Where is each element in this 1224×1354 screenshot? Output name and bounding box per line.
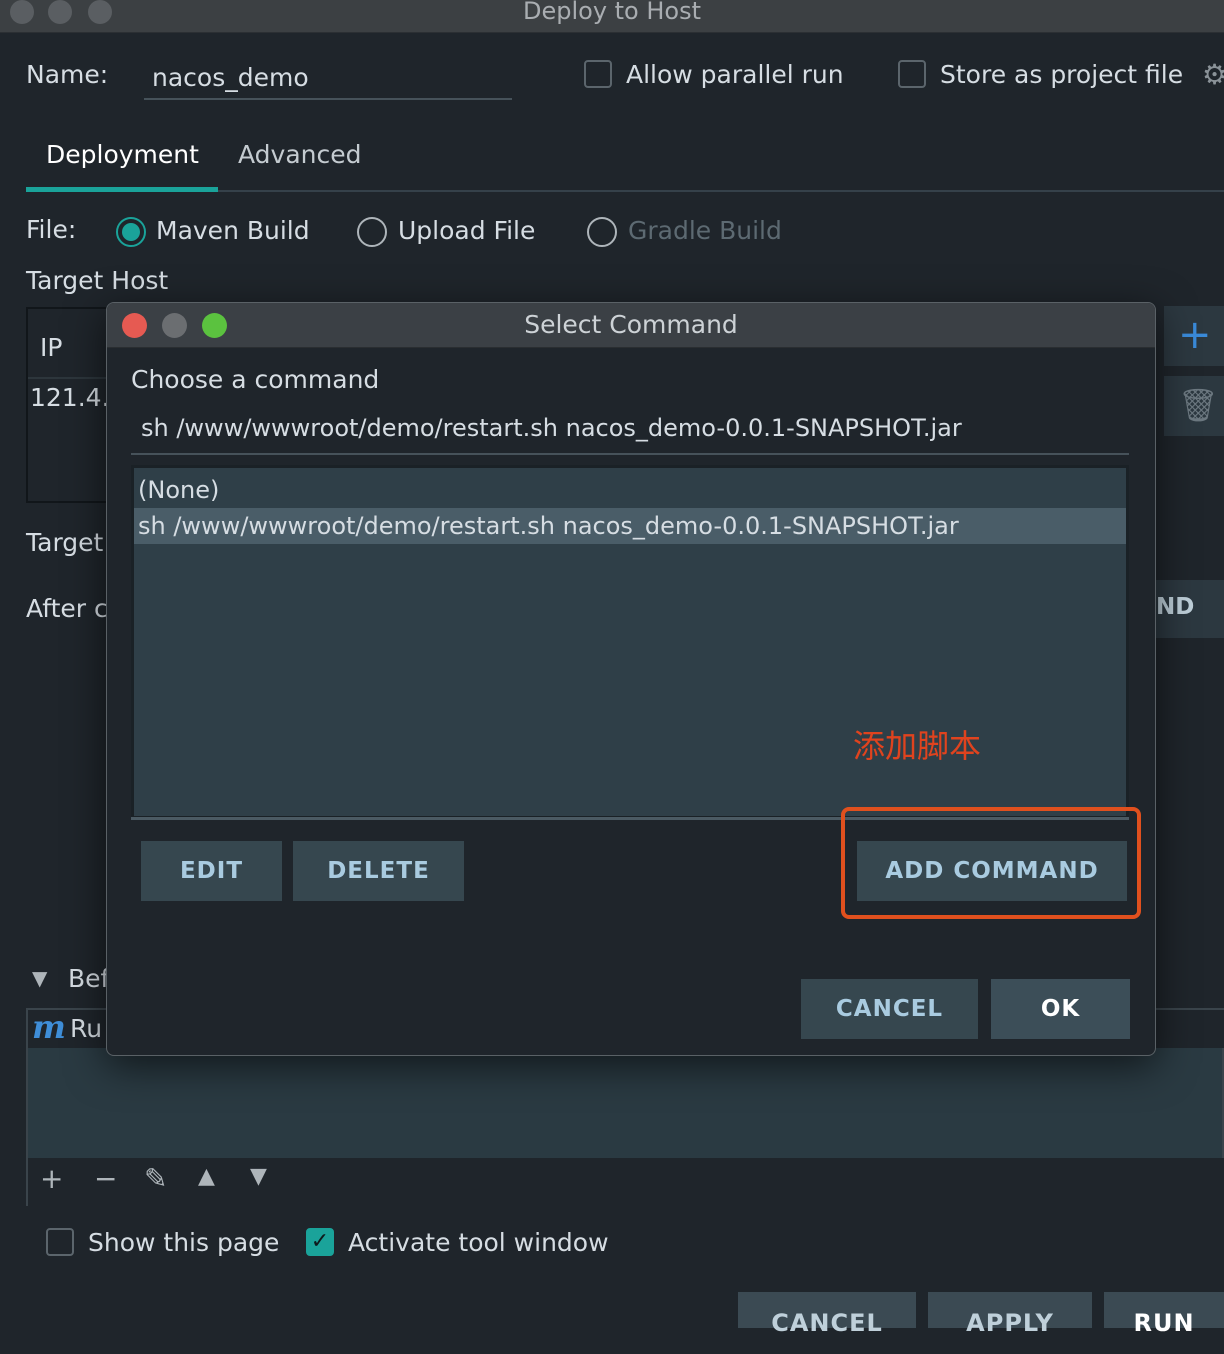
annotation-highlight-box (841, 807, 1141, 919)
annotation-text: 添加脚本 (853, 727, 982, 765)
before-launch-toolbar: + − ✎ ▲ ▼ (28, 1158, 1224, 1206)
dialog-title: Select Command (524, 310, 738, 339)
remove-icon[interactable]: − (94, 1162, 117, 1195)
dialog-ok-button[interactable]: OK (991, 979, 1130, 1039)
select-command-dialog: Select Command Choose a command (None) s… (106, 302, 1156, 1056)
ip-column-header: IP (40, 333, 63, 362)
delete-button[interactable]: DELETE (293, 841, 464, 901)
tab-deployment[interactable]: Deployment (46, 140, 199, 169)
radio-upload-file[interactable] (357, 217, 387, 247)
upload-file-label: Upload File (398, 216, 536, 245)
add-command-button-behind[interactable]: ND (1150, 580, 1224, 638)
tab-active-indicator (26, 187, 218, 192)
add-icon[interactable]: + (40, 1162, 63, 1195)
target-host-label: Target Host (26, 266, 169, 295)
add-command-partial-label: ND (1156, 594, 1195, 620)
before-launch-item-label: Ru (70, 1014, 103, 1043)
activate-tool-label: Activate tool window (348, 1228, 609, 1257)
maven-build-label: Maven Build (156, 216, 310, 245)
list-item-selected[interactable]: sh /www/wwwroot/demo/restart.sh nacos_de… (134, 508, 1126, 544)
apply-button[interactable]: APPLY (928, 1292, 1092, 1337)
after-label: After c (26, 594, 108, 623)
choose-command-label: Choose a command (131, 365, 380, 394)
name-label: Name: (26, 60, 109, 89)
table-header-divider (28, 377, 118, 379)
command-input[interactable] (131, 403, 1129, 455)
target-host-table: IP 121.4. (26, 307, 118, 503)
list-item[interactable]: (None) (134, 472, 1126, 508)
maven-icon: m (32, 1008, 66, 1046)
allow-parallel-checkbox[interactable] (584, 60, 612, 88)
dialog-titlebar: Select Command (107, 303, 1155, 348)
window-titlebar: Deploy to Host (0, 0, 1224, 33)
trash-icon: 🗑 (1178, 386, 1219, 424)
tab-advanced[interactable]: Advanced (238, 140, 362, 169)
store-project-checkbox[interactable] (898, 60, 926, 88)
cancel-button[interactable]: CANCEL (738, 1292, 916, 1337)
chevron-down-icon[interactable]: ▼ (32, 966, 47, 990)
dialog-cancel-button[interactable]: CANCEL (801, 979, 978, 1039)
target-label: Target (26, 528, 104, 557)
before-label: Bef (68, 964, 110, 993)
window-title: Deploy to Host (522, 0, 702, 25)
gear-icon[interactable]: ⚙ (1202, 58, 1224, 91)
delete-host-button[interactable]: 🗑 (1164, 376, 1224, 436)
edit-pencil-icon[interactable]: ✎ (144, 1162, 167, 1195)
file-label: File: (26, 215, 77, 244)
gradle-build-label: Gradle Build (628, 216, 782, 245)
show-page-label: Show this page (88, 1228, 280, 1257)
edit-button[interactable]: EDIT (141, 841, 282, 901)
activate-tool-checkbox[interactable]: ✓ (306, 1228, 334, 1256)
move-down-icon[interactable]: ▼ (250, 1164, 267, 1189)
move-up-icon[interactable]: ▲ (198, 1164, 215, 1189)
allow-parallel-label: Allow parallel run (626, 60, 844, 89)
run-button[interactable]: RUN (1104, 1292, 1224, 1337)
plus-icon: + (1178, 312, 1212, 358)
show-page-checkbox[interactable] (46, 1228, 74, 1256)
host-ip-cell[interactable]: 121.4. (30, 383, 110, 412)
radio-gradle-build[interactable] (587, 217, 617, 247)
name-input[interactable] (144, 56, 512, 100)
radio-maven-build[interactable] (116, 217, 146, 247)
add-host-button[interactable]: + (1164, 306, 1224, 366)
store-project-label: Store as project file (940, 60, 1184, 89)
